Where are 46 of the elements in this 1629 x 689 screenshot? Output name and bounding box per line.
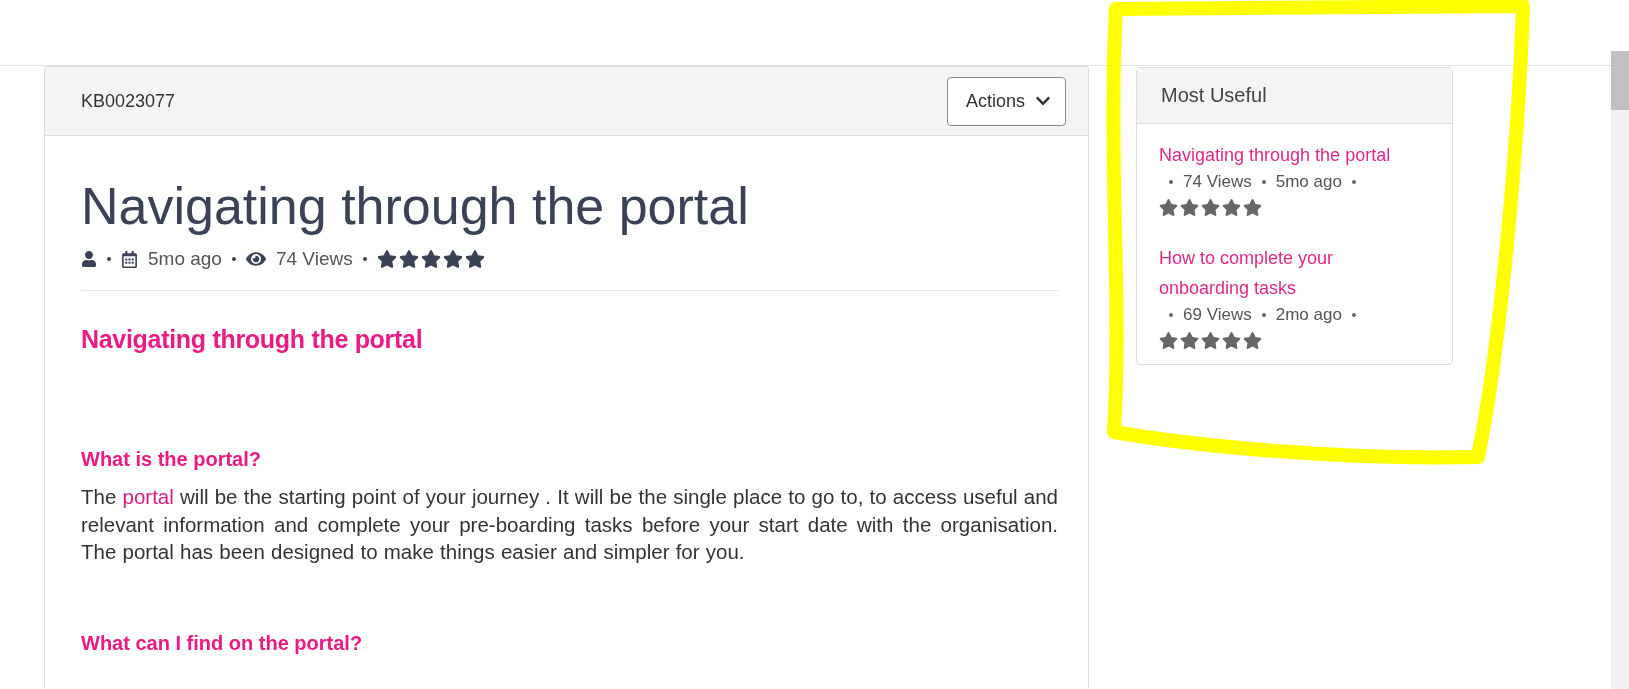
panel-title: Most Useful — [1161, 84, 1267, 107]
article-link[interactable]: How to complete your onboarding tasks — [1159, 243, 1414, 303]
section-heading: What is the portal? — [81, 448, 262, 471]
article-link[interactable]: Navigating through the portal — [1159, 140, 1414, 170]
section-heading: What can I find on the portal? — [81, 631, 364, 655]
article-age: 2mo ago — [1275, 305, 1342, 325]
star-icon — [1222, 331, 1241, 350]
star-icon — [1180, 198, 1199, 217]
star-icon — [1243, 198, 1262, 217]
eye-icon — [245, 249, 266, 269]
star-icon — [1159, 198, 1178, 217]
star-icon — [1201, 198, 1220, 217]
view-count: 74 Views — [275, 248, 353, 270]
view-count: 69 Views — [1183, 305, 1252, 325]
article-age: 5mo ago — [1275, 172, 1342, 192]
portal-link[interactable]: portal — [122, 485, 174, 508]
article-id: KB0023077 — [81, 90, 176, 112]
view-count: 74 Views — [1183, 172, 1252, 192]
calendar-icon — [121, 250, 138, 268]
star-icon — [398, 249, 419, 269]
section-paragraph: The portal will be the starting point of your journey . It will be the single place to go to, to access useful and relevant information and complete your pre-boarding tasks before your start date with the organisation. The portal has been designed to make things easier and simpler for you. — [81, 484, 1058, 565]
star-icon — [376, 249, 397, 269]
star-icon — [420, 249, 441, 269]
star-icon — [1201, 331, 1220, 350]
scrollbar[interactable] — [1611, 51, 1629, 689]
separator-dot — [1261, 313, 1266, 317]
star-icon — [464, 249, 485, 269]
article-title: Navigating through the portal — [81, 176, 750, 236]
separator-dot — [1351, 313, 1356, 317]
article-heading: Navigating through the portal — [81, 325, 424, 354]
separator-dot — [107, 257, 111, 261]
star-icon — [1243, 331, 1262, 350]
separator-dot — [1169, 180, 1173, 184]
separator-dot — [1351, 180, 1356, 184]
star-icon — [1180, 331, 1199, 350]
separator-dot — [231, 257, 236, 261]
user-icon — [81, 251, 97, 267]
article-age: 5mo ago — [148, 248, 222, 270]
scroll-thumb[interactable] — [1611, 51, 1629, 110]
separator-dot — [1261, 180, 1266, 184]
separator-dot — [1169, 313, 1173, 317]
separator-dot — [362, 257, 367, 261]
star-icon — [1222, 198, 1241, 217]
actions-button[interactable]: Actions — [946, 76, 1066, 126]
star-icon — [1159, 331, 1178, 350]
star-icon — [442, 249, 463, 269]
